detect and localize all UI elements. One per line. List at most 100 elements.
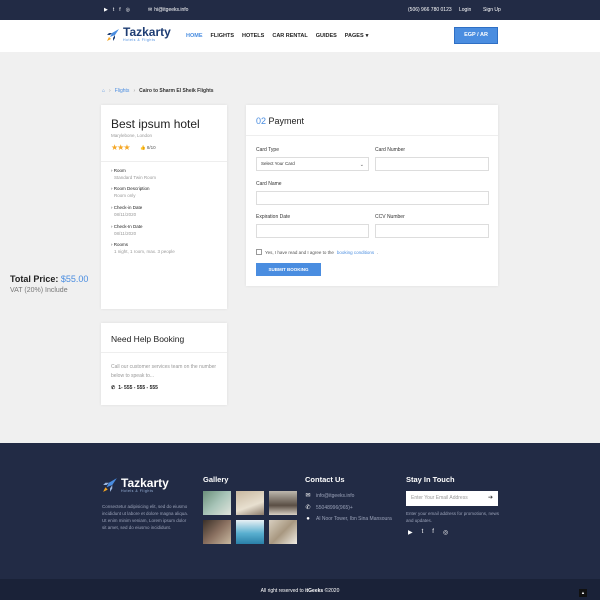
footer: Tazkarty Hotels & Flights Consectetur ad… [0, 443, 600, 600]
rocket-logo-icon [103, 478, 117, 492]
detail-room-description: › Room Description Room only [111, 186, 150, 198]
agree-text: Yes, I have read and I agree to the [265, 249, 334, 255]
detail-label-text: Room [113, 168, 126, 173]
detail-label: › Check-in Date [111, 205, 143, 210]
submit-booking-button[interactable]: SUBMIT BOOKING [256, 263, 321, 276]
instagram-icon[interactable]: ◎ [126, 7, 130, 13]
top-email[interactable]: ✉ hi@itgeeks.info [148, 7, 188, 13]
ccv-label: CCV Number [375, 214, 405, 220]
divider [101, 161, 227, 162]
card-number-input[interactable] [375, 157, 489, 171]
detail-value: 08/11/2020 [114, 212, 137, 217]
expiration-date-label: Expiration Date [256, 214, 291, 220]
nav-pages[interactable]: PAGES ▾ [345, 33, 369, 39]
card-name-label: Card Name [256, 181, 282, 187]
expiration-date-input[interactable] [256, 224, 369, 238]
contact-phone[interactable]: ✆ 55048996(965)+ [305, 504, 352, 512]
agree-period: . [377, 249, 379, 255]
mail-icon: ✉ [305, 493, 311, 499]
help-booking-card: Need Help Booking Call our customer serv… [101, 323, 227, 405]
nav-guides[interactable]: GUIDES [316, 33, 337, 39]
nav-home[interactable]: HOME [186, 33, 203, 39]
currency-language-button[interactable]: EGP / AR [454, 27, 498, 44]
contact-email[interactable]: ✉ info@itgeeks.info [305, 492, 355, 500]
detail-label-text: Room Description [113, 186, 150, 191]
top-social-links: ▶ t f ◎ [104, 7, 130, 13]
gallery-image[interactable] [203, 520, 231, 544]
nav-flights[interactable]: FLIGHTS [211, 33, 235, 39]
ccv-input[interactable] [375, 224, 489, 238]
main-nav: HOME FLIGHTS HOTELS CAR RENTAL GUIDES PA… [186, 33, 376, 39]
divider [101, 352, 227, 353]
back-to-top-button[interactable]: ▲ [579, 589, 587, 597]
footer-logo-title: Tazkarty [121, 475, 169, 490]
chevron-down-icon: ⌄ [359, 162, 364, 168]
newsletter-email-input[interactable]: Enter Your Email Address ➔ [406, 491, 498, 506]
agree-checkbox[interactable] [256, 249, 262, 255]
help-phone-number: 1- 555 - 555 - 555 [118, 385, 158, 391]
detail-rooms: › Rooms 1 night, 1 room, max. 3 people [111, 242, 175, 254]
twitter-icon[interactable]: t [113, 7, 114, 13]
hotel-location: Marylebone, London [111, 133, 153, 138]
gallery-image[interactable] [203, 491, 231, 515]
contact-email-text: info@itgeeks.info [316, 492, 355, 499]
detail-label: › Rooms [111, 242, 129, 247]
home-icon[interactable]: ⌂ [102, 88, 105, 94]
facebook-icon[interactable]: f [432, 529, 434, 536]
twitter-icon[interactable]: t [422, 529, 424, 536]
top-phone[interactable]: (506) 966 780 0123 [408, 7, 452, 13]
hotel-rating: 👍 8/10 [140, 145, 156, 151]
gallery-image[interactable] [269, 491, 297, 515]
login-link[interactable]: Login [459, 7, 471, 13]
detail-value: Standard Twin Room [114, 175, 156, 180]
footer-social-links: ▶ t f ◎ [408, 529, 448, 536]
detail-value: 1 night, 1 room, max. 3 people [114, 249, 175, 254]
hotel-rating-value: 8/10 [146, 145, 156, 150]
arrow-right-icon[interactable]: ➔ [488, 491, 493, 506]
detail-label: › Check-In Date [111, 224, 143, 229]
breadcrumb-flights[interactable]: Flights [115, 88, 130, 94]
help-title: Need Help Booking [111, 334, 185, 344]
card-name-input[interactable] [256, 191, 489, 205]
divider [246, 135, 498, 136]
top-bar: ▶ t f ◎ ✉ hi@itgeeks.info (506) 966 780 0… [0, 0, 600, 20]
card-type-label: Card Type [256, 147, 279, 153]
help-phone[interactable]: ✆ 1- 555 - 555 - 555 [111, 385, 158, 391]
card-number-label: Card Number [375, 147, 406, 153]
copyright-bar: All right reserved to itGeeks ©2020 [0, 579, 600, 600]
contact-title: Contact Us [305, 475, 345, 484]
signup-link[interactable]: Sign Up [483, 7, 501, 13]
detail-check-in: › Check-in Date 08/11/2020 [111, 205, 142, 217]
detail-room: › Room Standard Twin Room [111, 168, 156, 180]
youtube-icon[interactable]: ▶ [408, 529, 413, 536]
facebook-icon[interactable]: f [119, 7, 120, 13]
copyright-brand[interactable]: itGeeks [305, 588, 323, 594]
breadcrumb: ⌂ › Flights › Cairo to Sharm El Sheik Fl… [102, 88, 214, 94]
youtube-icon[interactable]: ▶ [104, 7, 108, 13]
newsletter-text: Enter your email address for promotions,… [406, 511, 500, 523]
footer-logo[interactable]: Tazkarty Hotels & Flights [102, 477, 169, 493]
gallery-image[interactable] [236, 520, 264, 544]
gallery-image[interactable] [269, 520, 297, 544]
phone-icon: ✆ [111, 385, 116, 391]
nav-car-rental[interactable]: CAR RENTAL [272, 33, 307, 39]
gallery-title: Gallery [203, 475, 229, 484]
instagram-icon[interactable]: ◎ [443, 529, 448, 536]
gallery-image[interactable] [236, 491, 264, 515]
card-type-select[interactable]: Select Your Card ⌄ [256, 157, 369, 171]
total-price: Total Price: $55.00 [10, 274, 88, 284]
detail-label: › Room Description [111, 186, 150, 191]
detail-label-text: Rooms [113, 242, 129, 247]
detail-value: Room only [114, 193, 136, 198]
booking-conditions-link[interactable]: booking conditions [337, 250, 374, 255]
breadcrumb-separator: › [109, 88, 111, 94]
card-type-value: Select Your Card [261, 161, 295, 166]
newsletter-placeholder: Enter Your Email Address [411, 495, 468, 501]
site-logo[interactable]: Tazkarty Hotels & Flights [106, 26, 171, 42]
nav-hotels[interactable]: HOTELS [242, 33, 264, 39]
detail-label: › Room [111, 168, 126, 173]
stay-in-touch-title: Stay In Touch [406, 475, 455, 484]
star-rating: ★★★ [111, 143, 130, 152]
location-icon: ● [306, 516, 310, 522]
payment-title-text: Payment [268, 116, 305, 126]
